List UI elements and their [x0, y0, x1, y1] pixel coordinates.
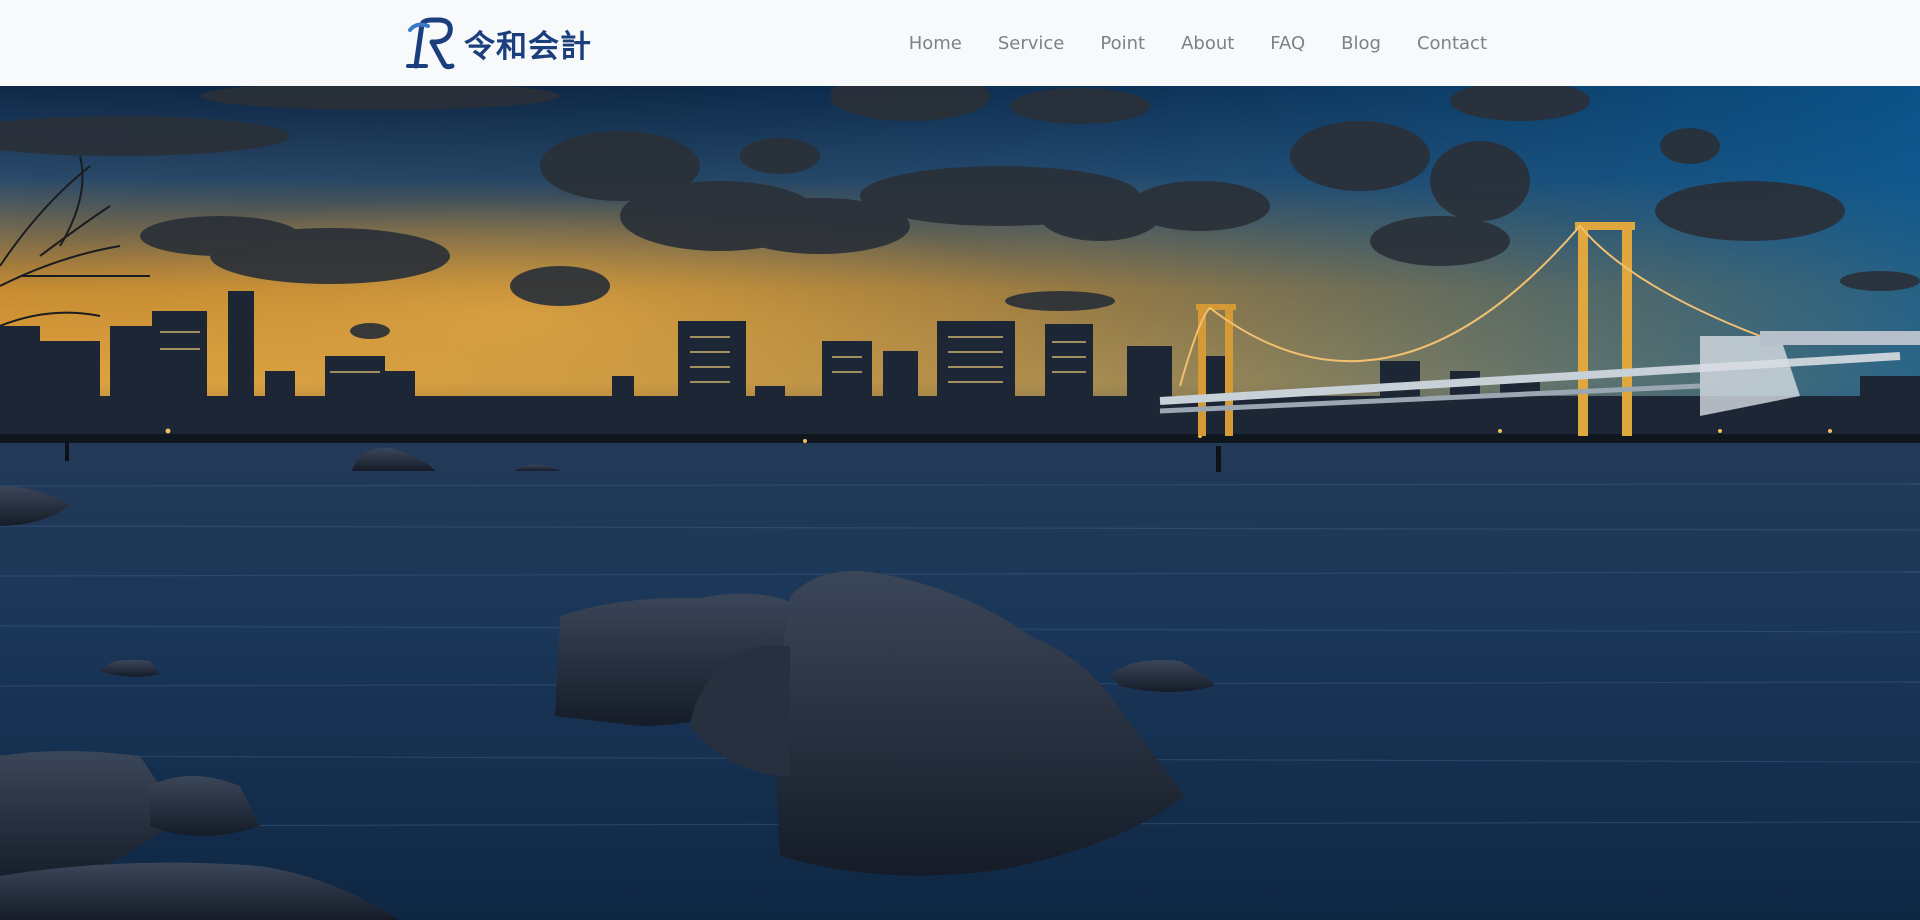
- nav-blog[interactable]: Blog: [1341, 33, 1381, 54]
- r-monogram-logo-icon: [406, 17, 455, 70]
- site-header: 令和会計 Home Service Point About FAQ Blog C…: [0, 0, 1920, 86]
- logo-link[interactable]: 令和会計: [406, 16, 592, 70]
- logo-text: 令和会計: [464, 28, 592, 65]
- nav-about[interactable]: About: [1181, 33, 1234, 54]
- nav-faq[interactable]: FAQ: [1270, 33, 1305, 54]
- main-nav: Home Service Point About FAQ Blog Contac…: [909, 0, 1487, 86]
- nav-home[interactable]: Home: [909, 33, 962, 54]
- nav-contact[interactable]: Contact: [1417, 33, 1487, 54]
- nav-service[interactable]: Service: [998, 33, 1065, 54]
- nav-point[interactable]: Point: [1100, 33, 1145, 54]
- hero-scene: [0, 86, 1920, 920]
- hero-image: [0, 86, 1920, 920]
